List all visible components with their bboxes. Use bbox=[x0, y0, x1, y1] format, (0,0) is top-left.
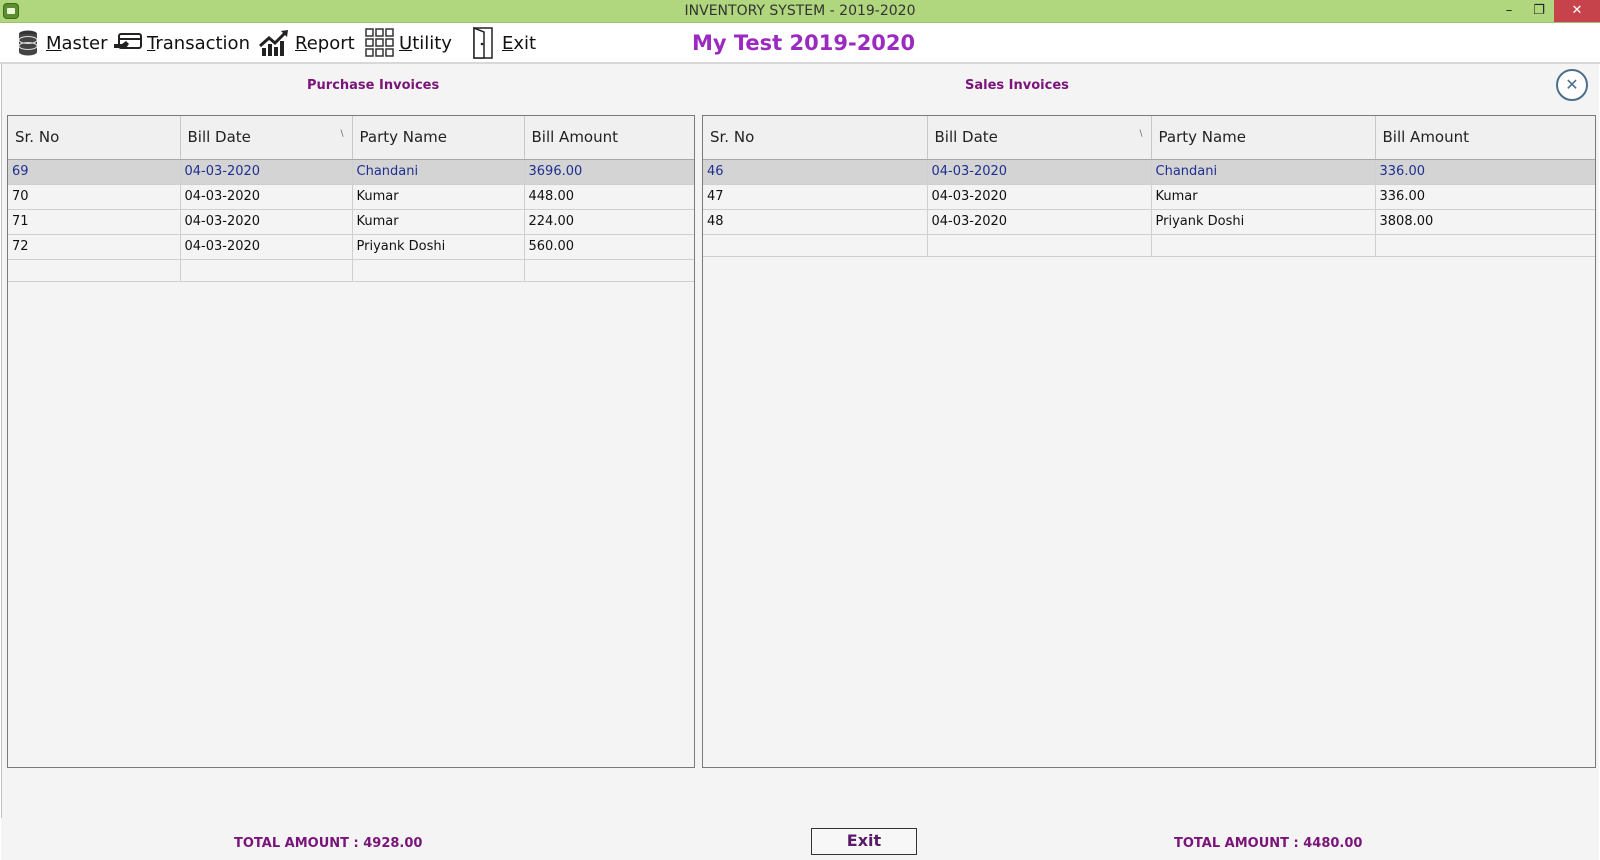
cell-party-name: Chandani bbox=[352, 159, 525, 185]
cell-bill-amount: 336.00 bbox=[1375, 184, 1595, 210]
menu-utility-label: Utility bbox=[399, 32, 452, 54]
cell-empty[interactable] bbox=[927, 234, 1152, 257]
column-header-sr-no[interactable]: Sr. No bbox=[8, 116, 181, 160]
cell-sr-no: 71 bbox=[8, 209, 181, 235]
column-header-label: Bill Date bbox=[187, 128, 251, 147]
cell-party-name: Kumar bbox=[352, 209, 525, 235]
new-row[interactable] bbox=[703, 234, 1595, 257]
company-name: My Test 2019-2020 bbox=[692, 31, 916, 55]
footer-bar: TOTAL AMOUNT : 4928.00 Exit TOTAL AMOUNT… bbox=[1, 818, 1599, 860]
purchase-invoices-grid[interactable]: Sr. No Bill Date \ Party Name Bill Amount… bbox=[7, 115, 695, 768]
cell-bill-date: 04-03-2020 bbox=[927, 184, 1152, 210]
cell-bill-amount: 3696.00 bbox=[524, 159, 694, 185]
table-row[interactable]: 72 04-03-2020 Priyank Doshi 560.00 bbox=[8, 234, 694, 260]
table-row[interactable]: 48 04-03-2020 Priyank Doshi 3808.00 bbox=[703, 209, 1595, 235]
menu-report-label: Report bbox=[295, 32, 355, 54]
cell-bill-amount: 336.00 bbox=[1375, 159, 1595, 185]
chart-growth-icon bbox=[259, 28, 291, 58]
exit-button-label: Exit bbox=[846, 831, 882, 850]
purchase-invoices-title: Purchase Invoices bbox=[307, 78, 440, 93]
column-header-bill-date[interactable]: Bill Date \ bbox=[927, 116, 1152, 160]
cell-bill-date: 04-03-2020 bbox=[927, 159, 1152, 185]
cell-bill-amount: 448.00 bbox=[524, 184, 694, 210]
cell-empty[interactable] bbox=[703, 234, 928, 257]
cell-bill-amount: 560.00 bbox=[524, 234, 694, 260]
sort-indicator-icon: \ bbox=[1139, 129, 1143, 139]
purchase-header-row: Sr. No Bill Date \ Party Name Bill Amount bbox=[8, 116, 694, 160]
cell-empty[interactable] bbox=[1375, 234, 1595, 257]
table-row[interactable]: 69 04-03-2020 Chandani 3696.00 bbox=[8, 159, 694, 185]
cell-empty[interactable] bbox=[352, 259, 525, 282]
door-exit-icon bbox=[470, 27, 498, 59]
database-icon bbox=[14, 28, 42, 58]
table-row[interactable]: 47 04-03-2020 Kumar 336.00 bbox=[703, 184, 1595, 210]
menu-exit[interactable]: Exit bbox=[470, 26, 536, 60]
main-content: Purchase Invoices Sales Invoices ✕ Sr. N… bbox=[1, 64, 1599, 860]
cell-party-name: Kumar bbox=[352, 184, 525, 210]
menu-bar: Master Transaction Report Utility Exit M… bbox=[0, 23, 1600, 64]
close-window-button[interactable]: ✕ bbox=[1554, 0, 1600, 22]
menu-exit-label: Exit bbox=[502, 32, 537, 54]
maximize-button[interactable]: ❐ bbox=[1524, 0, 1554, 22]
title-bar: INVENTORY SYSTEM - 2019-2020 – ❐ ✕ bbox=[0, 0, 1600, 23]
cell-sr-no: 69 bbox=[8, 159, 181, 185]
cell-empty[interactable] bbox=[180, 259, 353, 282]
cell-party-name: Priyank Doshi bbox=[1151, 209, 1376, 235]
cell-bill-amount: 224.00 bbox=[524, 209, 694, 235]
cell-bill-date: 04-03-2020 bbox=[927, 209, 1152, 235]
sales-total-amount: TOTAL AMOUNT : 4480.00 bbox=[1174, 836, 1363, 851]
sales-header-row: Sr. No Bill Date \ Party Name Bill Amount bbox=[703, 116, 1595, 160]
column-header-bill-amount[interactable]: Bill Amount bbox=[524, 116, 694, 160]
table-row[interactable]: 46 04-03-2020 Chandani 336.00 bbox=[703, 159, 1595, 185]
cell-party-name: Priyank Doshi bbox=[352, 234, 525, 260]
cell-bill-date: 04-03-2020 bbox=[180, 234, 353, 260]
cell-bill-amount: 3808.00 bbox=[1375, 209, 1595, 235]
column-header-bill-amount[interactable]: Bill Amount bbox=[1375, 116, 1595, 160]
cell-sr-no: 72 bbox=[8, 234, 181, 260]
menu-master[interactable]: Master bbox=[14, 26, 107, 60]
cell-bill-date: 04-03-2020 bbox=[180, 159, 353, 185]
column-header-label: Bill Date bbox=[934, 128, 998, 147]
cell-sr-no: 47 bbox=[703, 184, 928, 210]
sales-invoices-grid[interactable]: Sr. No Bill Date \ Party Name Bill Amount… bbox=[702, 115, 1596, 768]
menu-master-label: Master bbox=[46, 32, 108, 54]
cell-empty[interactable] bbox=[8, 259, 181, 282]
new-row[interactable] bbox=[8, 259, 694, 282]
app-window: INVENTORY SYSTEM - 2019-2020 – ❐ ✕ Maste… bbox=[0, 0, 1600, 860]
card-payment-icon bbox=[113, 28, 143, 58]
column-header-sr-no[interactable]: Sr. No bbox=[703, 116, 928, 160]
cell-sr-no: 46 bbox=[703, 159, 928, 185]
column-header-party-name[interactable]: Party Name bbox=[1151, 116, 1376, 160]
exit-button[interactable]: Exit bbox=[811, 828, 917, 855]
cell-bill-date: 04-03-2020 bbox=[180, 209, 353, 235]
column-header-party-name[interactable]: Party Name bbox=[352, 116, 525, 160]
grid-apps-icon bbox=[365, 28, 395, 58]
cell-party-name: Chandani bbox=[1151, 159, 1376, 185]
menu-utility[interactable]: Utility bbox=[365, 26, 452, 60]
purchase-total-amount: TOTAL AMOUNT : 4928.00 bbox=[234, 836, 423, 851]
close-panel-button[interactable]: ✕ bbox=[1556, 69, 1588, 101]
cell-bill-date: 04-03-2020 bbox=[180, 184, 353, 210]
cell-party-name: Kumar bbox=[1151, 184, 1376, 210]
cell-sr-no: 48 bbox=[703, 209, 928, 235]
column-header-bill-date[interactable]: Bill Date \ bbox=[180, 116, 353, 160]
cell-empty[interactable] bbox=[1151, 234, 1376, 257]
cell-sr-no: 70 bbox=[8, 184, 181, 210]
menu-report[interactable]: Report bbox=[259, 26, 355, 60]
window-title: INVENTORY SYSTEM - 2019-2020 bbox=[684, 3, 916, 19]
menu-transaction[interactable]: Transaction bbox=[113, 26, 250, 60]
sales-invoices-title: Sales Invoices bbox=[965, 78, 1069, 93]
table-row[interactable]: 70 04-03-2020 Kumar 448.00 bbox=[8, 184, 694, 210]
table-row[interactable]: 71 04-03-2020 Kumar 224.00 bbox=[8, 209, 694, 235]
cell-empty[interactable] bbox=[524, 259, 694, 282]
minimize-button[interactable]: – bbox=[1494, 0, 1524, 22]
menu-transaction-label: Transaction bbox=[147, 32, 250, 54]
sort-indicator-icon: \ bbox=[340, 129, 344, 139]
close-icon: ✕ bbox=[1565, 75, 1579, 94]
